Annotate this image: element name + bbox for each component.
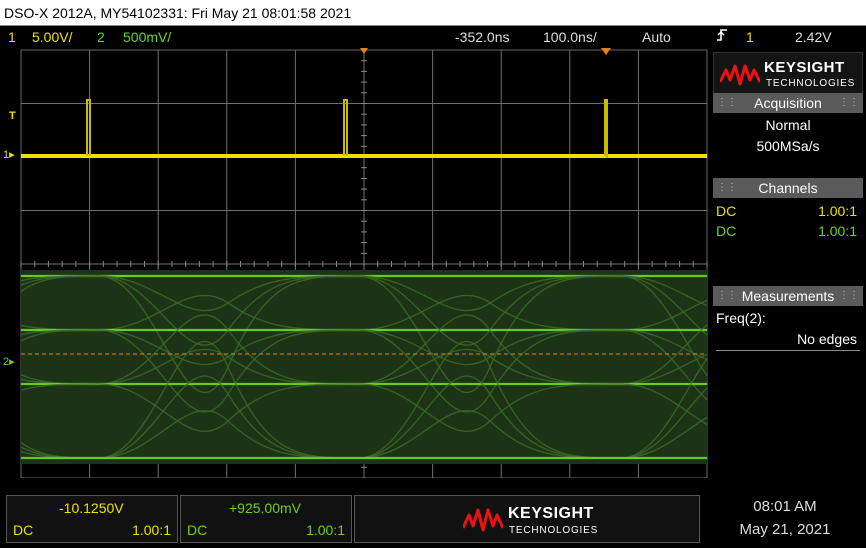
ch2-number[interactable]: 2 [97, 27, 105, 47]
status-bar: 1 5.00V/ 2 500mV/ -352.0ns 100.0ns/ Auto… [0, 27, 866, 47]
channels-body: DC 1.00:1 DC 1.00:1 [713, 201, 863, 241]
clock-time: 08:01 AM [753, 498, 817, 515]
side-panel: KEYSIGHT TECHNOLOGIES ⋮⋮ Acquisition ⋮⋮ … [709, 48, 866, 478]
bottom-brand-sub: TECHNOLOGIES [509, 525, 599, 536]
grip-icon: ⋮⋮ [839, 97, 859, 108]
ch1-offset-value: -10.1250V [59, 500, 124, 516]
channels-title: Channels [758, 180, 818, 196]
grip-icon: ⋮⋮ [717, 97, 737, 108]
acquisition-mode: Normal [765, 117, 811, 133]
time-scale[interactable]: 100.0ns/ [543, 27, 597, 47]
waveform-display[interactable]: T 1▸ 2▸ [0, 48, 709, 479]
keysight-wave-icon [720, 64, 760, 86]
ch1-bottom-probe: 1.00:1 [132, 522, 171, 538]
grip-icon: ⋮⋮ [717, 290, 737, 301]
time-offset[interactable]: -352.0ns [455, 27, 509, 47]
clock-date: May 21, 2021 [739, 521, 831, 538]
ch1-info-box[interactable]: -10.1250V DC 1.00:1 [6, 495, 178, 543]
keysight-logo: KEYSIGHT TECHNOLOGIES [713, 52, 863, 96]
trigger-level[interactable]: 2.42V [795, 27, 832, 47]
channels-header[interactable]: ⋮⋮ Channels [713, 178, 863, 198]
acquisition-header[interactable]: ⋮⋮ Acquisition ⋮⋮ [713, 93, 863, 113]
ch1-probe: 1.00:1 [818, 203, 857, 219]
waveform-svg [20, 48, 708, 479]
rising-edge-icon [716, 27, 728, 48]
acquisition-body: Normal 500MSa/s [713, 115, 863, 175]
ch2-bottom-probe: 1.00:1 [306, 522, 345, 538]
clock: 08:01 AM May 21, 2021 [710, 495, 860, 543]
sample-rate: 500MSa/s [756, 138, 820, 154]
ch1-number[interactable]: 1 [8, 27, 16, 47]
trigger-marker-label: T [9, 110, 16, 122]
brand-name: KEYSIGHT [764, 59, 845, 76]
measurements-title: Measurements [741, 288, 835, 304]
bottom-brand: KEYSIGHT [508, 505, 594, 522]
channel-row[interactable]: DC 1.00:1 [713, 221, 863, 241]
measurement-value: No edges [797, 331, 857, 347]
bottom-logo-box: KEYSIGHT TECHNOLOGIES [354, 495, 700, 543]
ch2-info-box[interactable]: +925.00mV DC 1.00:1 [180, 495, 352, 543]
measurements-header[interactable]: ⋮⋮ Measurements ⋮⋮ [713, 286, 863, 306]
measurement-divider [716, 350, 860, 351]
measurement-label: Freq(2): [716, 308, 766, 328]
ch1-coupling: DC [716, 203, 737, 219]
ground-arrow-icon: ▸ [9, 149, 15, 161]
ch2-offset-value: +925.00mV [229, 500, 301, 516]
grip-icon: ⋮⋮ [839, 290, 859, 301]
ch1-scale[interactable]: 5.00V/ [32, 27, 72, 47]
brand-sub: TECHNOLOGIES [766, 78, 856, 89]
channel-row[interactable]: DC 1.00:1 [713, 201, 863, 221]
time-reference-marker [601, 48, 611, 55]
ch2-coupling: DC [716, 223, 737, 239]
ch2-ground-marker[interactable]: 2▸ [3, 355, 15, 368]
grip-icon: ⋮⋮ [717, 182, 737, 193]
freq-label: Freq(2): [716, 310, 766, 326]
ch2-scale[interactable]: 500mV/ [123, 27, 171, 47]
trigger-mode[interactable]: Auto [642, 27, 671, 47]
window-title: DSO-X 2012A, MY54102331: Fri May 21 08:0… [0, 0, 866, 26]
measurements-body[interactable]: Freq(2): No edges [713, 308, 863, 352]
ch2-eye-diagram [21, 270, 707, 464]
ch1-ground-marker[interactable]: 1▸ [3, 148, 15, 161]
keysight-wave-icon [463, 508, 503, 532]
ch2-bottom-coupling: DC [187, 522, 208, 538]
trigger-source[interactable]: 1 [746, 27, 754, 47]
ch1-bottom-coupling: DC [13, 522, 34, 538]
ground-arrow-icon: ▸ [9, 356, 15, 368]
ch2-probe: 1.00:1 [818, 223, 857, 239]
acquisition-title: Acquisition [754, 95, 822, 111]
trigger-level-marker[interactable]: T [9, 110, 16, 122]
trigger-position-marker [360, 48, 368, 54]
